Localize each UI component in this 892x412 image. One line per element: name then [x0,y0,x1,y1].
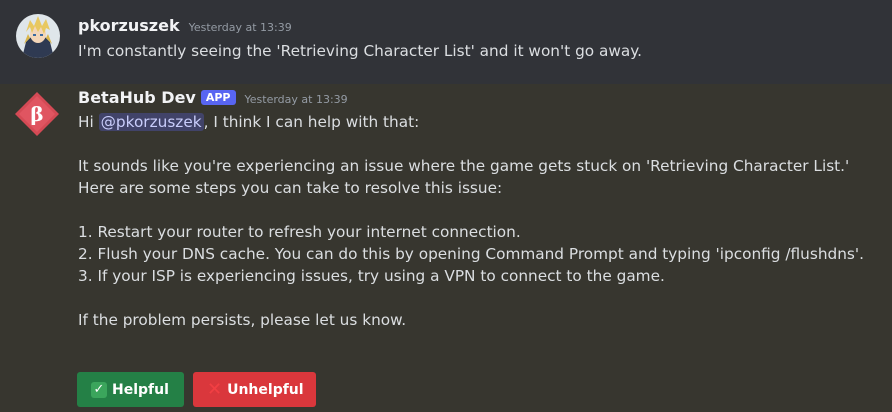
unhelpful-button-label: Unhelpful [227,381,304,398]
closing-line: If the problem persists, please let us k… [78,311,407,329]
user-timestamp: Yesterday at 13:39 [188,21,292,34]
bot-timestamp: Yesterday at 13:39 [244,93,348,106]
chat-messages: pkorzuszek Yesterday at 13:39 I'm consta… [0,0,892,412]
user-username[interactable]: pkorzuszek [78,16,180,35]
greeting-prefix: Hi [78,113,99,131]
step-2: 2. Flush your DNS cache. You can do this… [78,245,864,263]
svg-text:β: β [30,102,43,126]
feedback-buttons: ✓ Helpful ✕ Unhelpful [77,372,316,407]
user-message-text: I'm constantly seeing the 'Retrieving Ch… [78,42,642,60]
user-avatar[interactable] [16,14,60,58]
bot-avatar[interactable]: β [13,90,61,138]
user-message-content: I'm constantly seeing the 'Retrieving Ch… [78,40,872,62]
helpful-button[interactable]: ✓ Helpful [77,372,184,407]
unhelpful-button[interactable]: ✕ Unhelpful [193,372,316,407]
user-message: pkorzuszek Yesterday at 13:39 I'm consta… [0,0,892,84]
anime-character-avatar-icon [16,14,60,58]
greeting-suffix: , I think I can help with that: [203,113,420,131]
cross-mark-icon: ✕ [207,378,223,400]
check-mark-icon: ✓ [91,381,107,398]
helpful-button-label: Helpful [112,381,169,398]
user-message-header: pkorzuszek Yesterday at 13:39 [78,16,292,35]
bot-message-header: BetaHub Dev APP Yesterday at 13:39 [78,88,348,107]
paragraph-line-2: Here are some steps you can take to reso… [78,179,503,197]
bot-username[interactable]: BetaHub Dev [78,88,196,107]
bot-message: β BetaHub Dev APP Yesterday at 13:39 Hi … [0,84,892,412]
user-mention[interactable]: @pkorzuszek [98,113,204,131]
bot-message-content: Hi @pkorzuszek, I think I can help with … [78,111,872,331]
beta-logo-icon: β [15,92,59,136]
step-1: 1. Restart your router to refresh your i… [78,223,521,241]
step-3: 3. If your ISP is experiencing issues, t… [78,267,665,285]
app-badge: APP [200,90,236,105]
paragraph-line-1: It sounds like you're experiencing an is… [78,157,850,175]
greeting-line: Hi @pkorzuszek, I think I can help with … [78,111,872,133]
